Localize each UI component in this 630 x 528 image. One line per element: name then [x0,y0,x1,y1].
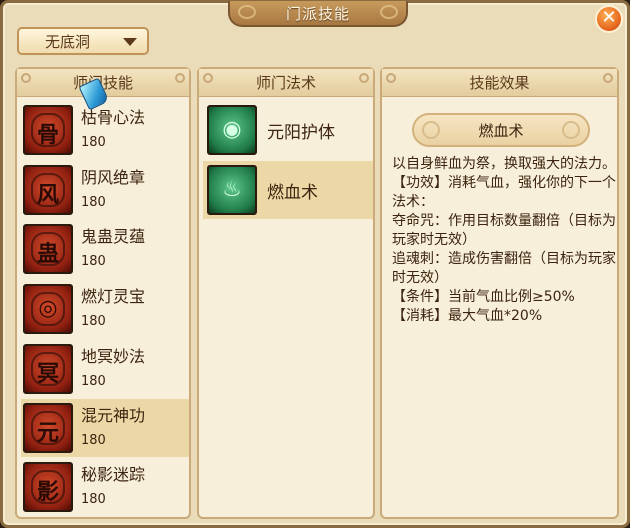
skill-text: 燃灯灵宝 180 [81,286,145,332]
skill-glyph: 骨 [36,123,59,148]
school-spells-panel: 师门法术 ◉ 元阳护体 ♨ 燃血术 [197,67,375,519]
wind-skill-icon: 风 [23,165,73,215]
cloud-ornament-icon [562,121,580,139]
skill-text: 枯骨心法 180 [81,107,145,153]
close-button[interactable]: ✕ [595,5,623,33]
skill-item[interactable]: 风 阴风绝章 180 [21,161,189,219]
window-title: 门派技能 [285,4,350,23]
spell-item[interactable]: ♨ 燃血术 [203,161,373,219]
skill-glyph: 影 [36,480,59,505]
scorpion-skill-icon: 蛊 [23,224,73,274]
skill-item[interactable]: 冥 地冥妙法 180 [21,340,189,398]
skill-glyph: 元 [36,421,59,446]
lantern-skill-icon: ◎ [23,284,73,334]
skill-glyph: 冥 [36,362,59,387]
corner-ornament-icon [603,73,613,83]
spell-name: 燃血术 [267,182,318,203]
skill-name: 混元神功 [81,406,146,425]
skill-item[interactable]: 蛊 鬼蛊灵蕴 180 [21,220,189,278]
school-select[interactable]: 无底洞 [17,27,149,55]
skill-name: 鬼蛊灵蕴 [81,227,146,246]
skill-name: 地冥妙法 [81,347,146,366]
skill-effect-header: 技能效果 [382,69,617,97]
flame-spell-icon: ♨ [207,165,257,215]
skill-level: 180 [81,254,106,269]
spiral-spell-icon: ◉ [207,105,257,155]
effect-title-box: 燃血术 [412,113,590,147]
chevron-down-icon [123,38,137,46]
school-skills-panel: 师门技能 骨枯骨心法 180 风阴风绝章 180 蛊鬼蛊灵蕴 180 ◎ 燃灯灵宝 180 冥地冥… [15,67,191,519]
title-ornament-right [380,5,398,19]
skill-text: 地冥妙法 180 [81,346,145,392]
spell-glyph: ♨ [222,177,242,202]
corner-ornament-icon [21,73,31,83]
skill-level: 180 [81,374,106,389]
school-select-value: 无底洞 [45,32,91,51]
tree-skill-icon: 冥 [23,344,73,394]
skill-name: 燃灯灵宝 [81,287,146,306]
school-spells-header: 师门法术 [199,69,373,97]
shadow-skill-icon: 影 [23,462,73,512]
spell-name: 元阳护体 [267,122,335,143]
skill-name: 秘影迷踪 [81,465,146,484]
spell-glyph: ◉ [222,117,242,142]
skill-effect-panel: 技能效果 燃血术 以自身鲜血为祭，换取强大的法力。 【功效】消耗气血，强化你的下… [380,67,619,519]
skill-level: 180 [81,492,106,507]
skill-level: 180 [81,195,106,210]
corner-ornament-icon [386,73,396,83]
corner-ornament-icon [175,73,185,83]
skull-skill-icon: 骨 [23,105,73,155]
skill-name: 阴风绝章 [81,168,146,187]
swirl-skill-icon: 元 [23,403,73,453]
skills-window: 门派技能 ✕ 无底洞 师门技能 骨枯骨心法 180 风阴风绝章 180 蛊鬼蛊灵蕴 180… [0,0,630,528]
skill-name: 枯骨心法 [81,108,146,127]
spell-item[interactable]: ◉ 元阳护体 [203,101,373,159]
skill-text: 混元神功 180 [81,405,145,451]
skill-text: 秘影迷踪 180 [81,464,145,510]
title-bar: 门派技能 [228,1,408,27]
corner-ornament-icon [203,73,213,83]
skill-level: 180 [81,433,106,448]
skill-text: 阴风绝章 180 [81,167,145,213]
close-icon: ✕ [601,7,617,28]
school-spells-header-label: 师门法术 [255,74,316,92]
corner-ornament-icon [359,73,369,83]
effect-title: 燃血术 [478,121,524,140]
skill-level: 180 [81,314,106,329]
skill-item[interactable]: 元 混元神功 180 [21,399,189,457]
skill-level: 180 [81,135,106,150]
skill-item[interactable]: 骨 枯骨心法 180 [21,101,189,159]
effect-description: 以自身鲜血为祭，换取强大的法力。 【功效】消耗气血，强化你的下一个法术： 夺命咒… [392,156,616,324]
skill-item[interactable]: 影 秘影迷踪 180 [21,458,189,516]
skill-glyph: 蛊 [36,242,59,267]
skill-text: 鬼蛊灵蕴 180 [81,226,145,272]
cloud-ornament-icon [422,121,440,139]
title-ornament-left [238,5,256,19]
skill-item[interactable]: ◎ 燃灯灵宝 180 [21,280,189,338]
skill-glyph: 风 [36,183,59,208]
skill-glyph: ◎ [38,296,58,321]
skill-effect-header-label: 技能效果 [469,74,530,92]
